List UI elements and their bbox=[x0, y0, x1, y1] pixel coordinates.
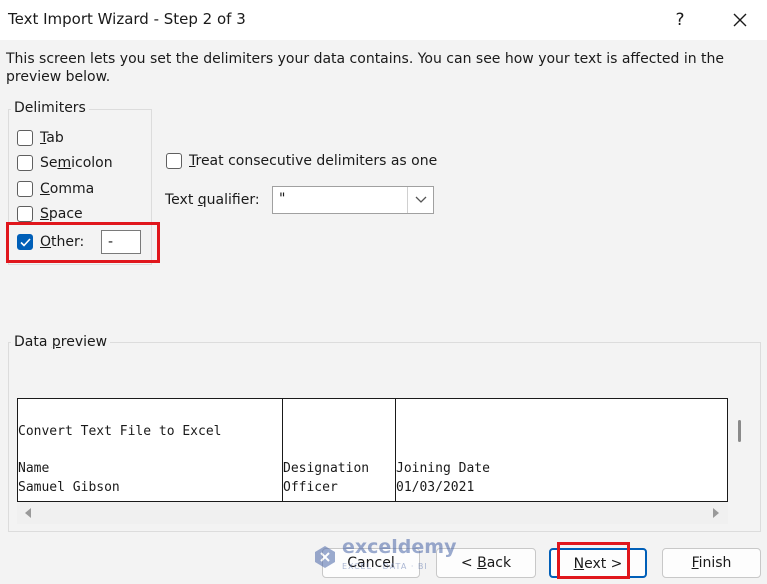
consecutive-checkbox[interactable] bbox=[166, 153, 182, 169]
comma-checkbox-row[interactable]: Comma bbox=[17, 179, 94, 199]
highlight-other bbox=[6, 222, 160, 263]
watermark-name: exceldemy bbox=[342, 536, 457, 558]
dropdown-button[interactable] bbox=[407, 187, 433, 213]
chevron-down-icon bbox=[415, 196, 427, 203]
finish-button[interactable]: Finish bbox=[662, 548, 761, 578]
tab-checkbox-row[interactable]: Tab bbox=[17, 128, 64, 148]
text-qualifier-value: " bbox=[279, 191, 286, 207]
watermark-tagline: EXCEL · DATA · BI bbox=[342, 562, 428, 571]
title-bar: Text Import Wizard - Step 2 of 3 ? bbox=[0, 0, 767, 40]
exceldemy-watermark: exceldemy EXCEL · DATA · BI bbox=[312, 538, 456, 576]
data-preview-grid[interactable]: Convert Text File to Excel Name Designat… bbox=[17, 398, 728, 502]
preview-cell-name: Samuel Gibson bbox=[18, 480, 120, 495]
preview-line-title: Convert Text File to Excel bbox=[18, 424, 222, 439]
delimiters-group-label: Delimiters bbox=[11, 100, 89, 116]
text-qualifier-label: Text qualifier: bbox=[165, 192, 260, 208]
close-icon bbox=[733, 13, 747, 27]
consecutive-label: Treat consecutive delimiters as one bbox=[189, 153, 438, 169]
tab-label: Tab bbox=[40, 130, 64, 146]
horizontal-scrollbar[interactable] bbox=[17, 502, 728, 524]
preview-header-designation: Designation bbox=[283, 461, 370, 476]
preview-cell-date: 01/03/2021 bbox=[396, 480, 475, 495]
preview-cell-designation: Officer bbox=[283, 480, 338, 495]
text-qualifier-select[interactable]: " bbox=[272, 186, 434, 214]
tab-checkbox[interactable] bbox=[17, 130, 33, 146]
highlight-next bbox=[557, 542, 630, 579]
preview-header-joining-date: Joining Date bbox=[396, 461, 490, 476]
space-label: Space bbox=[40, 206, 83, 222]
comma-checkbox[interactable] bbox=[17, 181, 33, 197]
window-title: Text Import Wizard - Step 2 of 3 bbox=[8, 10, 246, 28]
help-button[interactable]: ? bbox=[664, 4, 696, 36]
close-button[interactable] bbox=[722, 4, 758, 36]
semicolon-label: Semicolon bbox=[40, 155, 113, 171]
data-preview-label: Data preview bbox=[11, 334, 111, 350]
comma-label: Comma bbox=[40, 181, 95, 197]
wizard-description: This screen lets you set the delimiters … bbox=[6, 51, 725, 85]
consecutive-checkbox-row[interactable]: Treat consecutive delimiters as one bbox=[166, 151, 437, 171]
preview-header-name: Name bbox=[18, 461, 50, 476]
exceldemy-logo-icon bbox=[315, 546, 335, 568]
scroll-right-icon[interactable] bbox=[712, 508, 720, 518]
semicolon-checkbox-row[interactable]: Semicolon bbox=[17, 153, 113, 173]
vertical-scrollbar-thumb[interactable] bbox=[738, 420, 741, 442]
semicolon-checkbox[interactable] bbox=[17, 155, 33, 171]
space-checkbox[interactable] bbox=[17, 206, 33, 222]
scroll-left-icon[interactable] bbox=[24, 508, 32, 518]
space-checkbox-row[interactable]: Space bbox=[17, 204, 83, 224]
